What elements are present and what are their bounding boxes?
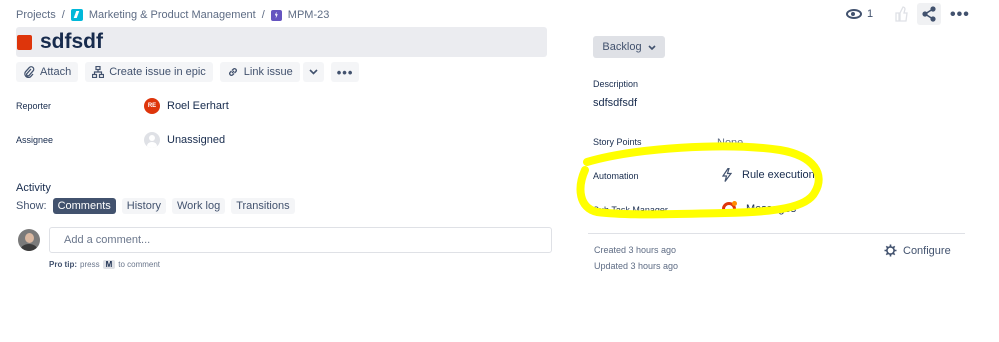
link-issue-dropdown[interactable] [302, 62, 324, 82]
chevron-down-icon [309, 69, 318, 75]
toolbar-more-button[interactable]: ••• [330, 62, 360, 82]
divider [588, 233, 965, 234]
breadcrumb-project[interactable]: Marketing & Product Management [89, 9, 256, 21]
attach-button[interactable]: Attach [16, 62, 79, 82]
link-icon [228, 68, 237, 76]
attach-label: Attach [40, 66, 72, 78]
ellipsis-icon: ••• [336, 64, 354, 80]
link-issue-label: Link issue [243, 66, 293, 78]
issue-title[interactable]: sdfsdf [40, 30, 103, 54]
assignee-value: Unassigned [167, 134, 226, 146]
created-timestamp: Created 3 hours ago [594, 245, 677, 255]
link-issue-button[interactable]: Link issue [219, 62, 300, 82]
gear-icon [722, 201, 737, 216]
breadcrumb-separator: / [61, 9, 65, 21]
updated-timestamp: Updated 3 hours ago [594, 261, 679, 271]
watch-count: 1 [867, 8, 874, 20]
thumbs-up-icon[interactable] [894, 6, 908, 22]
pro-tip: Pro tip: press M to comment [49, 260, 160, 269]
paperclip-icon [24, 66, 35, 78]
assignee-label: Assignee [16, 135, 54, 145]
configure-label: Configure [903, 244, 951, 257]
activity-heading: Activity [16, 182, 51, 194]
activity-filter: Show: Comments History Work log Transiti… [16, 198, 295, 214]
story-points-value[interactable]: None [717, 137, 743, 149]
unassigned-avatar-icon [144, 132, 160, 148]
keyboard-shortcut: M [102, 260, 116, 269]
reporter-label: Reporter [16, 101, 52, 111]
automation-label: Automation [593, 171, 639, 181]
pro-tip-press: press [80, 260, 100, 269]
comment-input[interactable]: Add a comment... [49, 227, 552, 253]
hierarchy-icon [92, 66, 105, 78]
messages-label: Messages [746, 203, 797, 215]
bug-icon [17, 35, 32, 50]
description-label: Description [593, 79, 639, 89]
configure-button[interactable]: Configure [884, 244, 951, 257]
breadcrumb: Projects / Marketing & Product Managemen… [16, 7, 329, 23]
assignee-field[interactable]: Unassigned [144, 132, 225, 148]
tab-transitions[interactable]: Transitions [231, 198, 295, 214]
messages-link[interactable]: Messages [722, 201, 797, 216]
description-value[interactable]: sdfsdfsdf [593, 97, 637, 109]
status-label: Backlog [602, 41, 642, 53]
rule-executions-link[interactable]: Rule executions [722, 168, 820, 182]
pro-tip-rest: to comment [118, 260, 161, 269]
pro-tip-title: Pro tip: [49, 260, 77, 269]
more-actions-icon[interactable]: ••• [950, 6, 970, 24]
tab-comments[interactable]: Comments [52, 198, 116, 214]
breadcrumb-issue-key[interactable]: MPM-23 [288, 9, 330, 21]
tab-history[interactable]: History [121, 198, 166, 214]
show-label: Show: [16, 200, 47, 212]
rule-executions-label: Rule executions [742, 169, 821, 181]
sub-task-manager-label: Sub Task Manager [593, 205, 668, 215]
avatar: RE [144, 98, 160, 114]
story-points-label: Story Points [593, 137, 642, 147]
issue-toolbar: Attach Create issue in epic Link issue •… [16, 62, 360, 82]
watch-button[interactable]: 1 [846, 8, 873, 20]
lightning-icon [722, 168, 732, 182]
project-icon [70, 9, 83, 21]
reporter-field[interactable]: RE Roel Eerhart [144, 98, 229, 114]
share-icon [922, 6, 936, 22]
tab-work-log[interactable]: Work log [172, 198, 226, 214]
status-dropdown[interactable]: Backlog [593, 36, 665, 58]
create-issue-in-epic-button[interactable]: Create issue in epic [85, 62, 213, 82]
comment-placeholder: Add a comment... [64, 234, 151, 246]
reporter-value: Roel Eerhart [167, 100, 229, 112]
chevron-down-icon [647, 44, 656, 50]
breadcrumb-projects[interactable]: Projects [16, 9, 56, 21]
share-button[interactable] [917, 3, 941, 25]
eye-icon [846, 9, 862, 19]
epic-icon [270, 9, 282, 21]
breadcrumb-separator: / [261, 9, 265, 21]
gear-icon [884, 244, 897, 257]
avatar [18, 229, 40, 251]
create-issue-in-epic-label: Create issue in epic [109, 66, 206, 78]
